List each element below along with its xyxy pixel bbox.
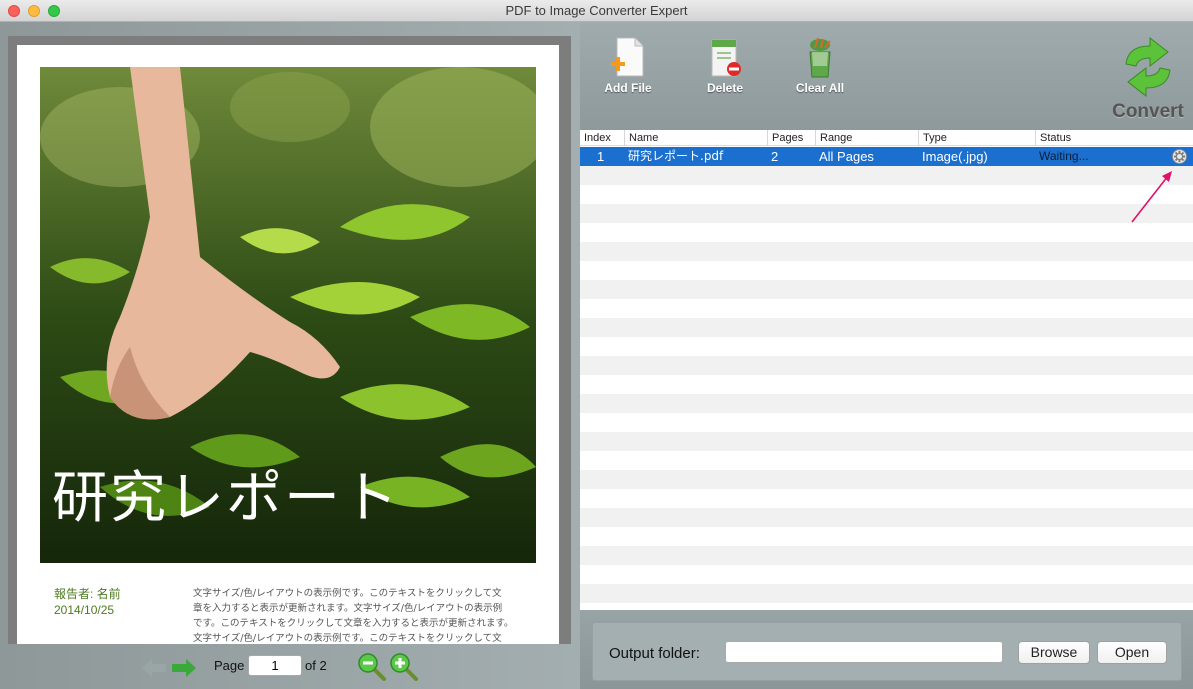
browse-button[interactable]: Browse: [1018, 641, 1090, 664]
body-line: 文字サイズ/色/レイアウトの表示例です。このテキストをクリックして文: [193, 588, 502, 599]
row-pages: 2: [771, 149, 779, 164]
add-file-button[interactable]: Add File: [593, 36, 663, 102]
open-button[interactable]: Open: [1097, 641, 1167, 664]
convert-label: Convert: [1112, 101, 1184, 122]
add-file-icon: [611, 37, 644, 77]
close-window-button[interactable]: [8, 5, 20, 17]
output-folder-label: Output folder:: [609, 645, 700, 662]
col-range-header[interactable]: Range: [815, 130, 852, 146]
pdf-page: 研究レポート 報告者: 名前 2014/10/25 文字サイズ/色/レイアウトの…: [17, 45, 559, 644]
reporter-name: 報告者: 名前: [54, 587, 121, 601]
preview-pane: 研究レポート 報告者: 名前 2014/10/25 文字サイズ/色/レイアウトの…: [0, 22, 580, 689]
page-number-input[interactable]: [248, 655, 302, 676]
zoom-out-icon[interactable]: [357, 652, 387, 682]
page-count-label: of 2: [305, 658, 327, 673]
convert-button[interactable]: Convert: [1108, 36, 1188, 126]
body-line: 文字サイズ/色/レイアウトの表示例です。このテキストをクリックして文: [193, 633, 502, 644]
window-title: PDF to Image Converter Expert: [505, 3, 688, 18]
clear-all-label: Clear All: [795, 81, 845, 95]
output-folder-field[interactable]: [725, 641, 1003, 663]
row-status: Waiting...: [1039, 149, 1089, 163]
report-meta: 報告者: 名前 2014/10/25: [54, 586, 121, 618]
output-panel: Output folder: Browse Open: [592, 622, 1182, 681]
row-index: 1: [597, 149, 605, 164]
gear-icon[interactable]: [1172, 149, 1187, 164]
minimize-window-button[interactable]: [28, 5, 40, 17]
pdf-preview[interactable]: 研究レポート 報告者: 名前 2014/10/25 文字サイズ/色/レイアウトの…: [8, 36, 571, 644]
body-line: です。このテキストをクリックして文章を入力すると表示が更新されます。: [193, 618, 514, 629]
annotation-arrow: [1131, 171, 1172, 223]
maximize-window-button[interactable]: [48, 5, 60, 17]
row-name: 研究レポート.pdf: [628, 149, 724, 163]
page-label: Page: [214, 658, 245, 673]
cover-photo: 研究レポート: [40, 67, 536, 563]
next-page-icon[interactable]: [172, 659, 196, 677]
table-row[interactable]: 1 研究レポート.pdf 2 All Pages Image(.jpg) Wai…: [580, 147, 1193, 166]
zoom-in-icon[interactable]: [389, 652, 419, 682]
file-pane: Add File Delete Clear All Convert Index …: [580, 22, 1193, 689]
col-index-header[interactable]: Index: [580, 130, 611, 146]
col-status-header[interactable]: Status: [1035, 130, 1193, 146]
title-bar: PDF to Image Converter Expert: [0, 0, 1193, 22]
row-range: All Pages: [819, 149, 874, 164]
clear-all-button[interactable]: Clear All: [785, 36, 855, 102]
table-header: Index Name Pages Range Type Status: [580, 130, 1193, 146]
col-type-header[interactable]: Type: [918, 130, 947, 146]
prev-page-icon[interactable]: [142, 659, 166, 677]
delete-label: Delete: [706, 81, 744, 95]
page-navigation: Page of 2: [0, 644, 580, 689]
body-line: 章を入力すると表示が更新されます。文字サイズ/色/レイアウトの表示例: [193, 603, 503, 614]
col-pages-header[interactable]: Pages: [767, 130, 803, 146]
clear-all-icon: [809, 37, 831, 78]
report-date: 2014/10/25: [54, 603, 115, 617]
body-text: 文字サイズ/色/レイアウトの表示例です。このテキストをクリックして文 章を入力す…: [193, 586, 527, 644]
convert-icon: [1125, 36, 1171, 98]
row-type: Image(.jpg): [922, 149, 988, 164]
output-area: Output folder: Browse Open: [580, 610, 1193, 689]
toolbar: Add File Delete Clear All Convert: [580, 22, 1193, 130]
app-window: PDF to Image Converter Expert 研究レポート 報告者…: [0, 0, 1193, 689]
add-file-label: Add File: [604, 81, 652, 95]
col-name-header[interactable]: Name: [624, 130, 658, 146]
delete-icon: [711, 39, 741, 77]
file-table: Index Name Pages Range Type Status 1 研究レ…: [580, 130, 1193, 610]
delete-button[interactable]: Delete: [690, 36, 760, 102]
cover-title: 研究レポート: [52, 466, 400, 531]
